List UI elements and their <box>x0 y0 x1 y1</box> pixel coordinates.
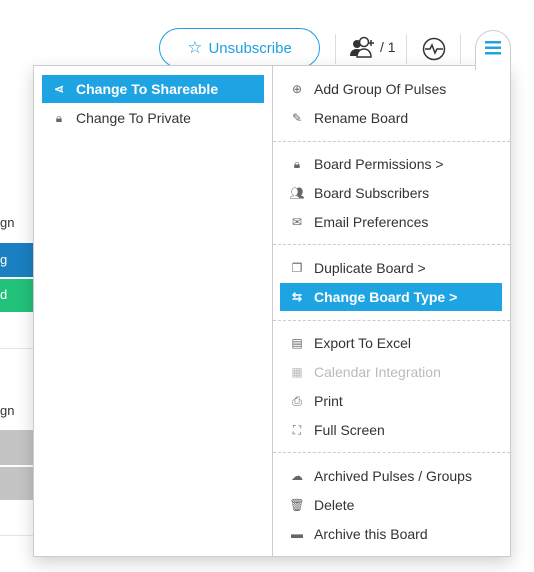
menu-item-label: Calendar Integration <box>314 364 441 380</box>
menu-item-email-preferences[interactable]: ✉ Email Preferences <box>280 208 502 236</box>
menu-item-print[interactable]: ⎙ Print <box>280 387 502 415</box>
bg-cell-text: d <box>0 287 8 302</box>
bg-divider <box>0 535 34 536</box>
menu-item-change-to-private[interactable]: 🔒︎ Change To Private <box>42 104 264 132</box>
menu-divider <box>273 244 510 245</box>
menu-divider <box>273 320 510 321</box>
bg-column-text: gn <box>0 403 15 418</box>
menu-item-change-to-shareable[interactable]: ⋖ Change To Shareable <box>42 75 264 103</box>
archive-icon: ▬ <box>291 527 303 541</box>
menu-item-label: Change Board Type > <box>314 289 458 305</box>
board-menu-dropdown: ⋖ Change To Shareable 🔒︎ Change To Private … <box>33 65 511 557</box>
bg-cell-gray[interactable] <box>0 467 34 500</box>
cloud-icon: ☁ <box>291 469 303 483</box>
activity-button[interactable] <box>422 37 446 66</box>
divider <box>335 34 336 64</box>
activity-icon <box>422 37 446 61</box>
menu-item-label: Add Group Of Pulses <box>314 81 447 97</box>
menu-item-label: Rename Board <box>314 110 409 126</box>
menu-item-label: Change To Private <box>76 110 191 126</box>
calendar-icon: ▦ <box>291 365 303 379</box>
menu-item-board-permissions[interactable]: 🔒︎ Board Permissions > <box>280 150 502 178</box>
menu-item-label: Email Preferences <box>314 214 429 230</box>
menu-item-label: Board Permissions > <box>314 156 444 172</box>
menu-item-label: Duplicate Board > <box>314 260 426 276</box>
column-divider <box>272 66 273 556</box>
users-add-icon <box>350 36 374 58</box>
menu-item-duplicate-board[interactable]: ❐ Duplicate Board > <box>280 254 502 282</box>
subscribers-button[interactable]: / 1 <box>350 36 396 58</box>
unsubscribe-button[interactable]: ☆ Unsubscribe <box>159 28 320 68</box>
bg-status-cell-green[interactable]: d <box>0 279 34 312</box>
file-icon: ▤ <box>291 336 303 350</box>
lock-icon: 🔒︎ <box>293 156 301 171</box>
menu-item-add-group-of-pulses[interactable]: ⊕ Add Group Of Pulses <box>280 75 502 103</box>
print-icon: ⎙ <box>292 393 302 408</box>
menu-item-label: Board Subscribers <box>314 185 430 201</box>
menu-item-full-screen[interactable]: ⛶ Full Screen <box>280 416 502 444</box>
menu-item-change-board-type[interactable]: ⇆ Change Board Type > <box>280 283 502 311</box>
divider <box>460 34 461 64</box>
trash-icon: 🗑︎ <box>289 498 305 512</box>
menu-item-label: Change To Shareable <box>76 81 219 97</box>
bg-column-text: gn <box>0 215 15 230</box>
share-icon: ⋖ <box>53 82 65 96</box>
menu-divider <box>273 452 510 453</box>
menu-item-label: Export To Excel <box>314 335 412 351</box>
divider <box>406 34 407 64</box>
bg-status-cell-blue[interactable]: g <box>0 243 34 277</box>
menu-item-delete[interactable]: 🗑︎ Delete <box>280 491 502 519</box>
pencil-icon: ✎ <box>291 111 303 125</box>
menu-item-label: Full Screen <box>314 422 385 438</box>
fullscreen-icon: ⛶ <box>292 422 302 437</box>
lock-icon: 🔒︎ <box>55 110 63 125</box>
menu-item-export-to-excel[interactable]: ▤ Export To Excel <box>280 329 502 357</box>
subscribers-count: / 1 <box>380 39 396 55</box>
bg-divider <box>0 348 34 349</box>
menu-item-archive-this-board[interactable]: ▬ Archive this Board <box>280 520 502 548</box>
unsubscribe-label: Unsubscribe <box>208 39 292 57</box>
swap-icon: ⇆ <box>291 290 303 304</box>
hamburger-icon <box>485 41 501 55</box>
menu-item-label: Delete <box>314 497 355 513</box>
menu-item-label: Archive this Board <box>314 526 428 542</box>
menu-item-rename-board[interactable]: ✎ Rename Board <box>280 104 502 132</box>
menu-divider <box>273 141 510 142</box>
envelope-icon: ✉ <box>291 215 303 229</box>
copy-icon: ❐ <box>291 261 303 275</box>
menu-item-label: Print <box>314 393 343 409</box>
star-icon: ☆ <box>187 38 203 57</box>
menu-item-calendar-integration: ▦ Calendar Integration <box>280 358 502 386</box>
bg-cell-text: g <box>0 252 8 267</box>
plus-circle-icon: ⊕ <box>291 82 303 96</box>
bg-cell-gray[interactable] <box>0 430 34 465</box>
menu-item-archived-pulses-groups[interactable]: ☁ Archived Pulses / Groups <box>280 462 502 490</box>
menu-item-label: Archived Pulses / Groups <box>314 468 472 484</box>
menu-item-board-subscribers[interactable]: 👥︎ Board Subscribers <box>280 179 502 207</box>
board-menu-button[interactable] <box>475 30 511 70</box>
users-icon: 👥︎ <box>289 186 305 200</box>
